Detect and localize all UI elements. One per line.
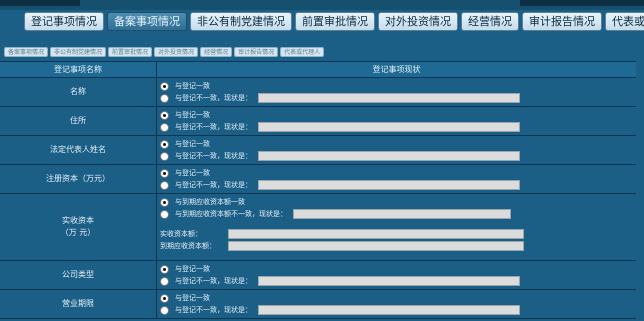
tab-operation[interactable]: 经营情况 [461, 12, 519, 31]
option-label: 与登记一致 [175, 82, 210, 90]
table-row: 实收资本 （万 元） 与到期应收资本额一致 与到期应收资本额不一致，现状是： 实… [0, 194, 636, 261]
option-label: 与登记一致 [175, 294, 210, 302]
registration-items-table: 登记事项名称 登记事项现状 名称 与登记一致 与登记不一致，现状是： 住所 与登… [0, 61, 636, 319]
header-item-name: 登记事项名称 [0, 62, 157, 77]
option-label: 与登记一致 [175, 111, 210, 119]
row-label: 营业期限 [0, 290, 157, 318]
subtab[interactable]: 前置审批情况 [108, 47, 153, 57]
radio-consistent[interactable] [160, 293, 169, 303]
table-row: 营业期限 与登记一致 与登记不一致，现状是： [0, 290, 636, 319]
tab-investment[interactable]: 对外投资情况 [378, 12, 458, 31]
radio-consistent[interactable] [160, 168, 169, 178]
radio-inconsistent[interactable] [160, 276, 169, 286]
status-input[interactable] [258, 276, 520, 286]
table-row: 法定代表人姓名 与登记一致 与登记不一致，现状是： [0, 136, 636, 165]
radio-inconsistent[interactable] [160, 93, 169, 103]
due-capital-input[interactable] [228, 241, 524, 251]
table-header: 登记事项名称 登记事项现状 [0, 62, 636, 78]
option-label: 与登记一致 [175, 265, 210, 273]
tab-filing[interactable]: 备案事项情况 [107, 12, 187, 31]
secondary-tab-bar: 备案事项情况 非公有制党建情况 前置审批情况 对外投资情况 经营情况 审计报告情… [0, 47, 460, 57]
option-label: 与登记不一致，现状是： [175, 277, 252, 285]
status-input[interactable] [293, 209, 511, 219]
tab-representative[interactable]: 代表或代理人 [605, 12, 644, 31]
radio-consistent[interactable] [160, 197, 169, 207]
top-strip-dark-left [0, 0, 80, 6]
radio-consistent[interactable] [160, 264, 169, 274]
due-capital-label: 到期应收资本额： [160, 242, 216, 250]
row-label: 实收资本 （万 元） [0, 194, 157, 260]
registration-form-window: { "tabs": [ {"label": "登记事项情况", "active"… [0, 0, 644, 321]
status-input[interactable] [258, 93, 520, 103]
row-label: 住所 [0, 107, 157, 135]
option-label: 与登记不一致，现状是： [175, 123, 252, 131]
radio-inconsistent[interactable] [160, 151, 169, 161]
tab-party-building[interactable]: 非公有制党建情况 [190, 12, 292, 31]
tab-pre-approval[interactable]: 前置审批情况 [295, 12, 375, 31]
radio-consistent[interactable] [160, 110, 169, 120]
option-label: 与登记不一致，现状是： [175, 152, 252, 160]
tab-audit-report[interactable]: 审计报告情况 [522, 12, 602, 31]
option-label: 与登记一致 [175, 169, 210, 177]
row-label-line: 实收资本 [62, 216, 94, 225]
status-input[interactable] [258, 180, 520, 190]
subtab[interactable]: 非公有制党建情况 [50, 47, 107, 57]
option-label: 与登记不一致，现状是： [175, 181, 252, 189]
row-label: 名称 [0, 78, 157, 106]
status-input[interactable] [258, 122, 520, 132]
row-label: 法定代表人姓名 [0, 136, 157, 164]
radio-inconsistent[interactable] [160, 180, 169, 190]
radio-inconsistent[interactable] [160, 305, 169, 315]
tab-registration[interactable]: 登记事项情况 [24, 12, 104, 31]
subtab[interactable]: 代表或代理人 [280, 47, 325, 57]
radio-inconsistent[interactable] [160, 209, 169, 219]
row-label: 注册资本（万元） [0, 165, 157, 193]
subtab[interactable]: 对外投资情况 [154, 47, 199, 57]
subtab[interactable]: 审计报告情况 [234, 47, 279, 57]
top-strip-dark-right [520, 0, 644, 6]
main-tab-bar: 登记事项情况 备案事项情况 非公有制党建情况 前置审批情况 对外投资情况 经营情… [24, 12, 644, 32]
header-item-status: 登记事项现状 [372, 65, 421, 74]
table-row: 公司类型 与登记一致 与登记不一致，现状是： [0, 261, 636, 290]
row-label-line: （万 元） [60, 228, 96, 237]
radio-consistent[interactable] [160, 81, 169, 91]
paid-capital-label: 实收资本额： [160, 230, 202, 238]
subtab[interactable]: 经营情况 [200, 47, 233, 57]
status-input[interactable] [258, 305, 520, 315]
table-row: 名称 与登记一致 与登记不一致，现状是： [0, 78, 636, 107]
option-label: 与登记不一致，现状是： [175, 306, 252, 314]
radio-consistent[interactable] [160, 139, 169, 149]
option-label: 与到期应收资本额一致 [175, 198, 245, 206]
option-label: 与登记不一致，现状是： [175, 94, 252, 102]
top-strip [0, 0, 644, 10]
table-row: 住所 与登记一致 与登记不一致，现状是： [0, 107, 636, 136]
paid-capital-input[interactable] [228, 229, 524, 239]
row-label: 公司类型 [0, 261, 157, 289]
option-label: 与到期应收资本额不一致，现状是： [175, 210, 287, 218]
subtab[interactable]: 备案事项情况 [4, 47, 49, 57]
radio-inconsistent[interactable] [160, 122, 169, 132]
status-input[interactable] [258, 151, 520, 161]
table-row: 注册资本（万元） 与登记一致 与登记不一致，现状是： [0, 165, 636, 194]
option-label: 与登记一致 [175, 140, 210, 148]
